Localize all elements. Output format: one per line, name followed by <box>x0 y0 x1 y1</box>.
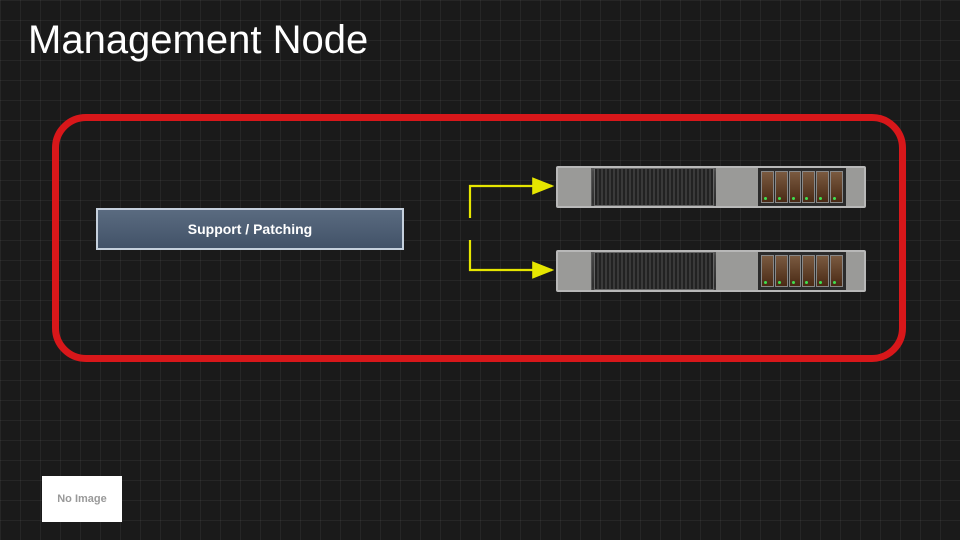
no-image-text: No Image <box>57 493 107 505</box>
drive-slot <box>830 171 843 203</box>
drive-slot <box>761 171 774 203</box>
drive-slot <box>775 171 788 203</box>
drive-slot <box>816 255 829 287</box>
server-2 <box>556 250 866 292</box>
server-drive-bays <box>758 168 846 206</box>
drive-slot <box>830 255 843 287</box>
drive-slot <box>789 171 802 203</box>
server-handle-left <box>558 168 592 206</box>
support-patching-box: Support / Patching <box>96 208 404 250</box>
drive-slot <box>761 255 774 287</box>
drive-slot <box>775 255 788 287</box>
server-vent <box>594 168 714 206</box>
server-drive-bays <box>758 252 846 290</box>
drive-slot <box>816 171 829 203</box>
server-panel <box>716 252 758 290</box>
support-patching-label: Support / Patching <box>188 221 312 237</box>
server-vent <box>594 252 714 290</box>
server-handle-right <box>846 168 864 206</box>
drive-slot <box>802 171 815 203</box>
server-panel <box>716 168 758 206</box>
drive-slot <box>789 255 802 287</box>
no-image-placeholder: No Image <box>42 476 122 522</box>
drive-slot <box>802 255 815 287</box>
server-handle-right <box>846 252 864 290</box>
server-1 <box>556 166 866 208</box>
server-handle-left <box>558 252 592 290</box>
page-title: Management Node <box>28 18 368 63</box>
